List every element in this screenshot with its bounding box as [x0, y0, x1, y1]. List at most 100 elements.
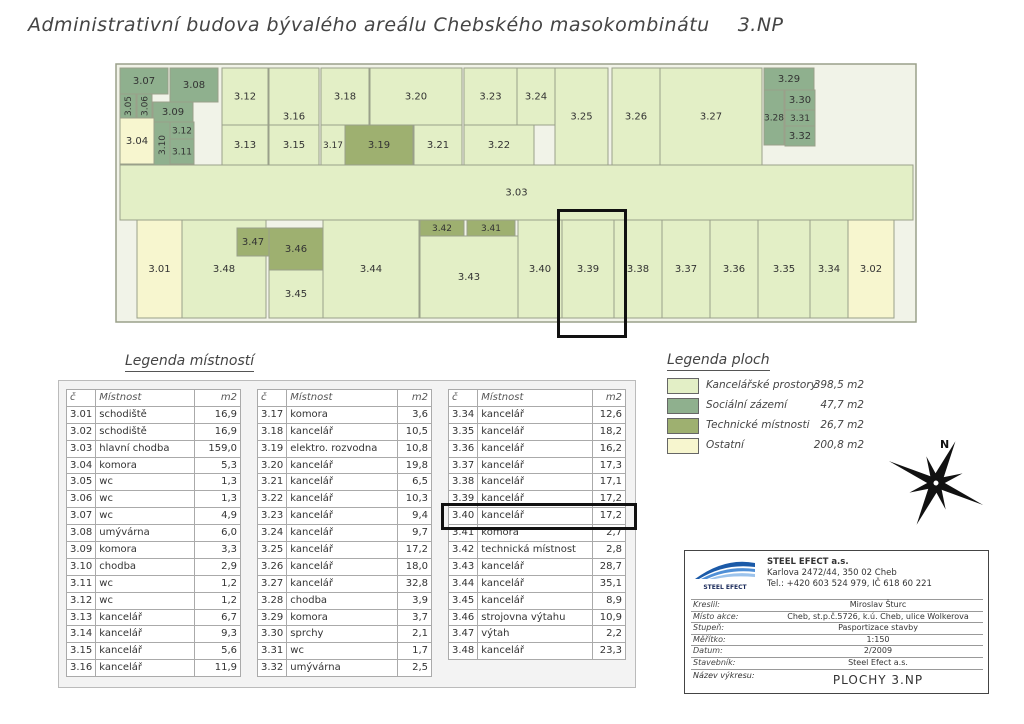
- room-name: technická místnost: [477, 541, 593, 559]
- room-area: 6,7: [194, 608, 241, 627]
- room-number: 3.18: [256, 422, 288, 441]
- room-area: 2,9: [194, 557, 241, 576]
- legend-area-label: Technické místnosti: [706, 419, 810, 431]
- room-label: 3.28: [764, 114, 784, 124]
- legend-swatch: [667, 438, 699, 454]
- room-number: 3.26: [256, 557, 288, 576]
- table-row: 3.22 kancelář 10,3: [256, 490, 433, 509]
- room-name: kancelář: [477, 439, 593, 458]
- room-label: 3.05: [124, 96, 134, 116]
- legend-header: m2: [591, 389, 627, 407]
- room-number: 3.03: [65, 439, 97, 458]
- room-label: 3.10: [158, 135, 168, 155]
- legend-areas-title: Legenda ploch: [667, 352, 770, 371]
- room-name: kancelář: [95, 659, 196, 678]
- room-name: kancelář: [286, 541, 398, 559]
- room-name: wc: [95, 507, 196, 526]
- room-number: 3.17: [256, 405, 288, 424]
- room-area: 16,2: [591, 439, 627, 458]
- room-area: 10,5: [396, 422, 433, 441]
- room-number: 3.21: [256, 473, 288, 492]
- room-number: 3.23: [256, 507, 288, 526]
- room-number: 3.37: [447, 456, 479, 475]
- room-number: 3.48: [447, 642, 479, 661]
- room-name: kancelář: [95, 642, 196, 661]
- room-area: 1,2: [194, 574, 241, 593]
- legend-swatch: [667, 378, 699, 394]
- room-area: 5,3: [194, 456, 241, 475]
- room-area: 11,9: [194, 659, 241, 678]
- room-label: 3.01: [148, 264, 170, 275]
- title-block-value: Miroslav Šturc: [849, 600, 907, 609]
- drawing-name-row: Název výkresu: PLOCHY 3.NP: [691, 669, 983, 690]
- room-number: 3.29: [256, 608, 288, 627]
- room-name: wc: [95, 490, 196, 509]
- room-area: 18,2: [591, 422, 627, 441]
- legend-table-2: č Místnost m2 3.17 komora 3,6 3.18 kancelář 10,5…: [256, 389, 433, 678]
- table-row: 3.09 komora 3,3: [65, 541, 241, 559]
- floor-plan: 3.07 3.08 3.05 3.06 3.09 3.04 3.10 3.12 3.11 3.12…: [115, 63, 917, 323]
- room-area: 3,7: [396, 608, 433, 627]
- table-row: 3.20 kancelář 19,8: [256, 456, 433, 475]
- room-label: 3.30: [789, 95, 811, 106]
- room-area: 17,1: [591, 473, 627, 492]
- room-label: 3.32: [789, 131, 811, 142]
- room-name: kancelář: [477, 456, 593, 475]
- title-block-row: Kreslil: Miroslav Šturc: [691, 599, 983, 611]
- room-label: 3.36: [723, 264, 745, 275]
- title-block-key: Místo akce:: [693, 611, 739, 621]
- table-row: 3.31 wc 1,7: [256, 642, 433, 661]
- room-label: 3.12: [172, 127, 192, 137]
- room-name: kancelář: [286, 507, 398, 526]
- room-label: 3.29: [778, 74, 800, 85]
- room-label: 3.04: [126, 136, 148, 147]
- room-number: 3.43: [447, 557, 479, 576]
- room-name: kancelář: [95, 608, 196, 627]
- room-name: schodiště: [95, 422, 196, 441]
- room-number: 3.27: [256, 574, 288, 593]
- legend-header: č: [256, 389, 288, 407]
- room-name: kancelář: [286, 456, 398, 475]
- room-number: 3.19: [256, 439, 288, 458]
- room-label: 3.19: [368, 140, 390, 151]
- room-name: kancelář: [95, 625, 196, 644]
- room-area: 1,2: [194, 591, 241, 610]
- room-number: 3.31: [256, 642, 288, 661]
- highlight-room-3-39-plan: [557, 209, 627, 338]
- legend-header: Místnost: [477, 389, 593, 407]
- room-area: 2,8: [591, 541, 627, 559]
- room-name: chodba: [95, 557, 196, 576]
- room-area: 23,3: [591, 642, 627, 661]
- room-area: 8,9: [591, 591, 627, 610]
- room-name: kancelář: [286, 524, 398, 543]
- room-number: 3.06: [65, 490, 97, 509]
- table-row: 3.45 kancelář 8,9: [447, 591, 627, 610]
- table-row: 3.43 kancelář 28,7: [447, 557, 627, 576]
- room-label: 3.07: [133, 76, 155, 87]
- table-row: 3.14 kancelář 9,3: [65, 625, 241, 644]
- table-row: 3.35 kancelář 18,2: [447, 422, 627, 441]
- room-number: 3.07: [65, 507, 97, 526]
- room-label: 3.27: [700, 112, 722, 123]
- legend-swatch: [667, 398, 699, 414]
- title-block-row: Místo akce: Cheb, st.p.č.5726, k.ú. Cheb,…: [691, 610, 983, 623]
- room-name: kancelář: [477, 422, 593, 441]
- room-area: 2,1: [396, 625, 433, 644]
- room-area: 3,3: [194, 541, 241, 559]
- table-row: 3.12 wc 1,2: [65, 591, 241, 610]
- room-area: 2,2: [591, 625, 627, 644]
- room-area: 5,6: [194, 642, 241, 661]
- table-row: 3.23 kancelář 9,4: [256, 507, 433, 526]
- steel-efect-logo: STEEL EFECT: [693, 559, 757, 591]
- legend-header: č: [447, 389, 479, 407]
- room-area: 3,6: [396, 405, 433, 424]
- room-name: strojovna výtahu: [477, 608, 593, 627]
- table-row: 3.47 výtah 2,2: [447, 625, 627, 644]
- room-name: kancelář: [477, 574, 593, 593]
- room-number: 3.08: [65, 524, 97, 543]
- table-row: 3.37 kancelář 17,3: [447, 456, 627, 475]
- room-number: 3.44: [447, 574, 479, 593]
- legend-area-label: Sociální zázemí: [706, 399, 788, 411]
- room-label: 3.41: [481, 224, 501, 234]
- legend-swatch: [667, 418, 699, 434]
